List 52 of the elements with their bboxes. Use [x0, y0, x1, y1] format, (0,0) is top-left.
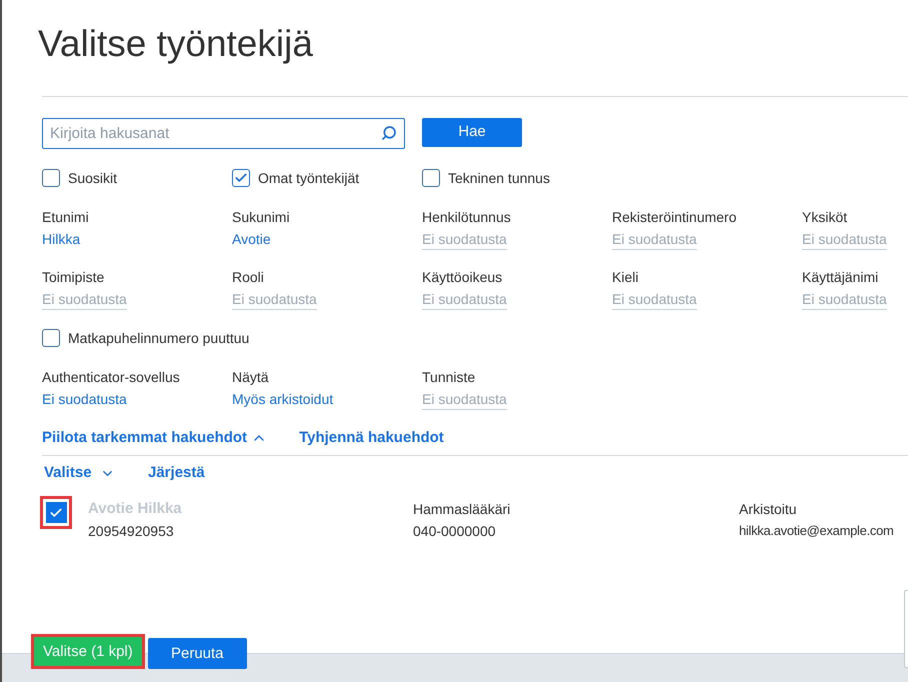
filter-label: Yksiköt — [802, 208, 848, 227]
filter-value-link[interactable]: Ei suodatusta — [422, 229, 507, 250]
search-button[interactable]: Hae — [422, 118, 522, 147]
filter-value-link[interactable]: Ei suodatusta — [232, 289, 317, 310]
filter-value-link[interactable]: Ei suodatusta — [802, 289, 887, 310]
filter-value-link[interactable]: Ei suodatusta — [422, 389, 507, 410]
filter-value-link[interactable]: Myös arkistoidut — [232, 389, 334, 409]
employee-role: Hammaslääkäri — [413, 500, 512, 519]
filter-link[interactable]: Piilota tarkemmat hakuehdot — [42, 428, 268, 448]
filter-checkbox[interactable] — [42, 169, 60, 187]
checkbox-label[interactable]: Matkapuhelinnumero puuttuu — [68, 328, 250, 348]
employee-status: Arkistoitu — [739, 500, 798, 519]
toolbar-link[interactable]: Valitse — [44, 463, 148, 483]
confirm-button[interactable]: Valitse (1 kpl) — [31, 634, 145, 669]
filter-label: Rekisteröintinumero — [612, 208, 736, 227]
filter-label: Etunimi — [42, 208, 89, 227]
toolbar-link[interactable]: Järjestä — [148, 463, 205, 483]
filter-value-link[interactable]: Ei suodatusta — [612, 289, 697, 310]
filter-checkbox[interactable] — [232, 169, 250, 187]
row-checkbox[interactable] — [40, 496, 72, 529]
employee-number: 20954920953 — [88, 522, 175, 541]
filter-label: Toimipiste — [42, 268, 104, 287]
filter-value-link[interactable]: Ei suodatusta — [42, 289, 127, 310]
checkbox-label[interactable]: Suosikit — [68, 168, 118, 188]
filter-label: Tunniste — [422, 368, 476, 387]
checkbox-label[interactable]: Tekninen tunnus — [448, 168, 550, 188]
check-icon — [49, 506, 63, 520]
filter-label: Rooli — [232, 268, 264, 287]
filter-label: Käyttöoikeus — [422, 268, 502, 287]
employee-phone: 040-0000000 — [413, 522, 497, 541]
filter-checkbox[interactable] — [422, 169, 440, 187]
search-field[interactable]: Kirjoita hakusanat — [42, 118, 405, 149]
filter-value-link[interactable]: Avotie — [232, 229, 271, 249]
checkbox-label[interactable]: Omat työntekijät — [258, 168, 360, 188]
filter-value-link[interactable]: Ei suodatusta — [612, 229, 697, 250]
filter-label: Kieli — [612, 268, 638, 287]
cancel-button[interactable]: Peruuta — [148, 638, 247, 669]
filter-label: Näytä — [232, 368, 269, 387]
filter-value-link[interactable]: Ei suodatusta — [422, 289, 507, 310]
dialog-title: Valitse työntekijä — [38, 23, 313, 65]
filter-label: Sukunimi — [232, 208, 290, 227]
employee-email: hilkka.avotie@example.com — [739, 522, 894, 540]
filter-value-link[interactable]: Ei suodatusta — [802, 229, 887, 250]
filter-label: Käyttäjänimi — [802, 268, 878, 287]
search-icon[interactable] — [381, 125, 397, 141]
filter-checkbox[interactable] — [42, 329, 60, 347]
filter-value-link[interactable]: Ei suodatusta — [42, 389, 127, 409]
filter-value-link[interactable]: Hilkka — [42, 229, 80, 249]
check-icon — [234, 171, 248, 185]
filter-label: Henkilötunnus — [422, 208, 511, 227]
filter-link[interactable]: Tyhjennä hakuehdot — [299, 428, 444, 448]
filter-label: Authenticator-sovellus — [42, 368, 180, 387]
